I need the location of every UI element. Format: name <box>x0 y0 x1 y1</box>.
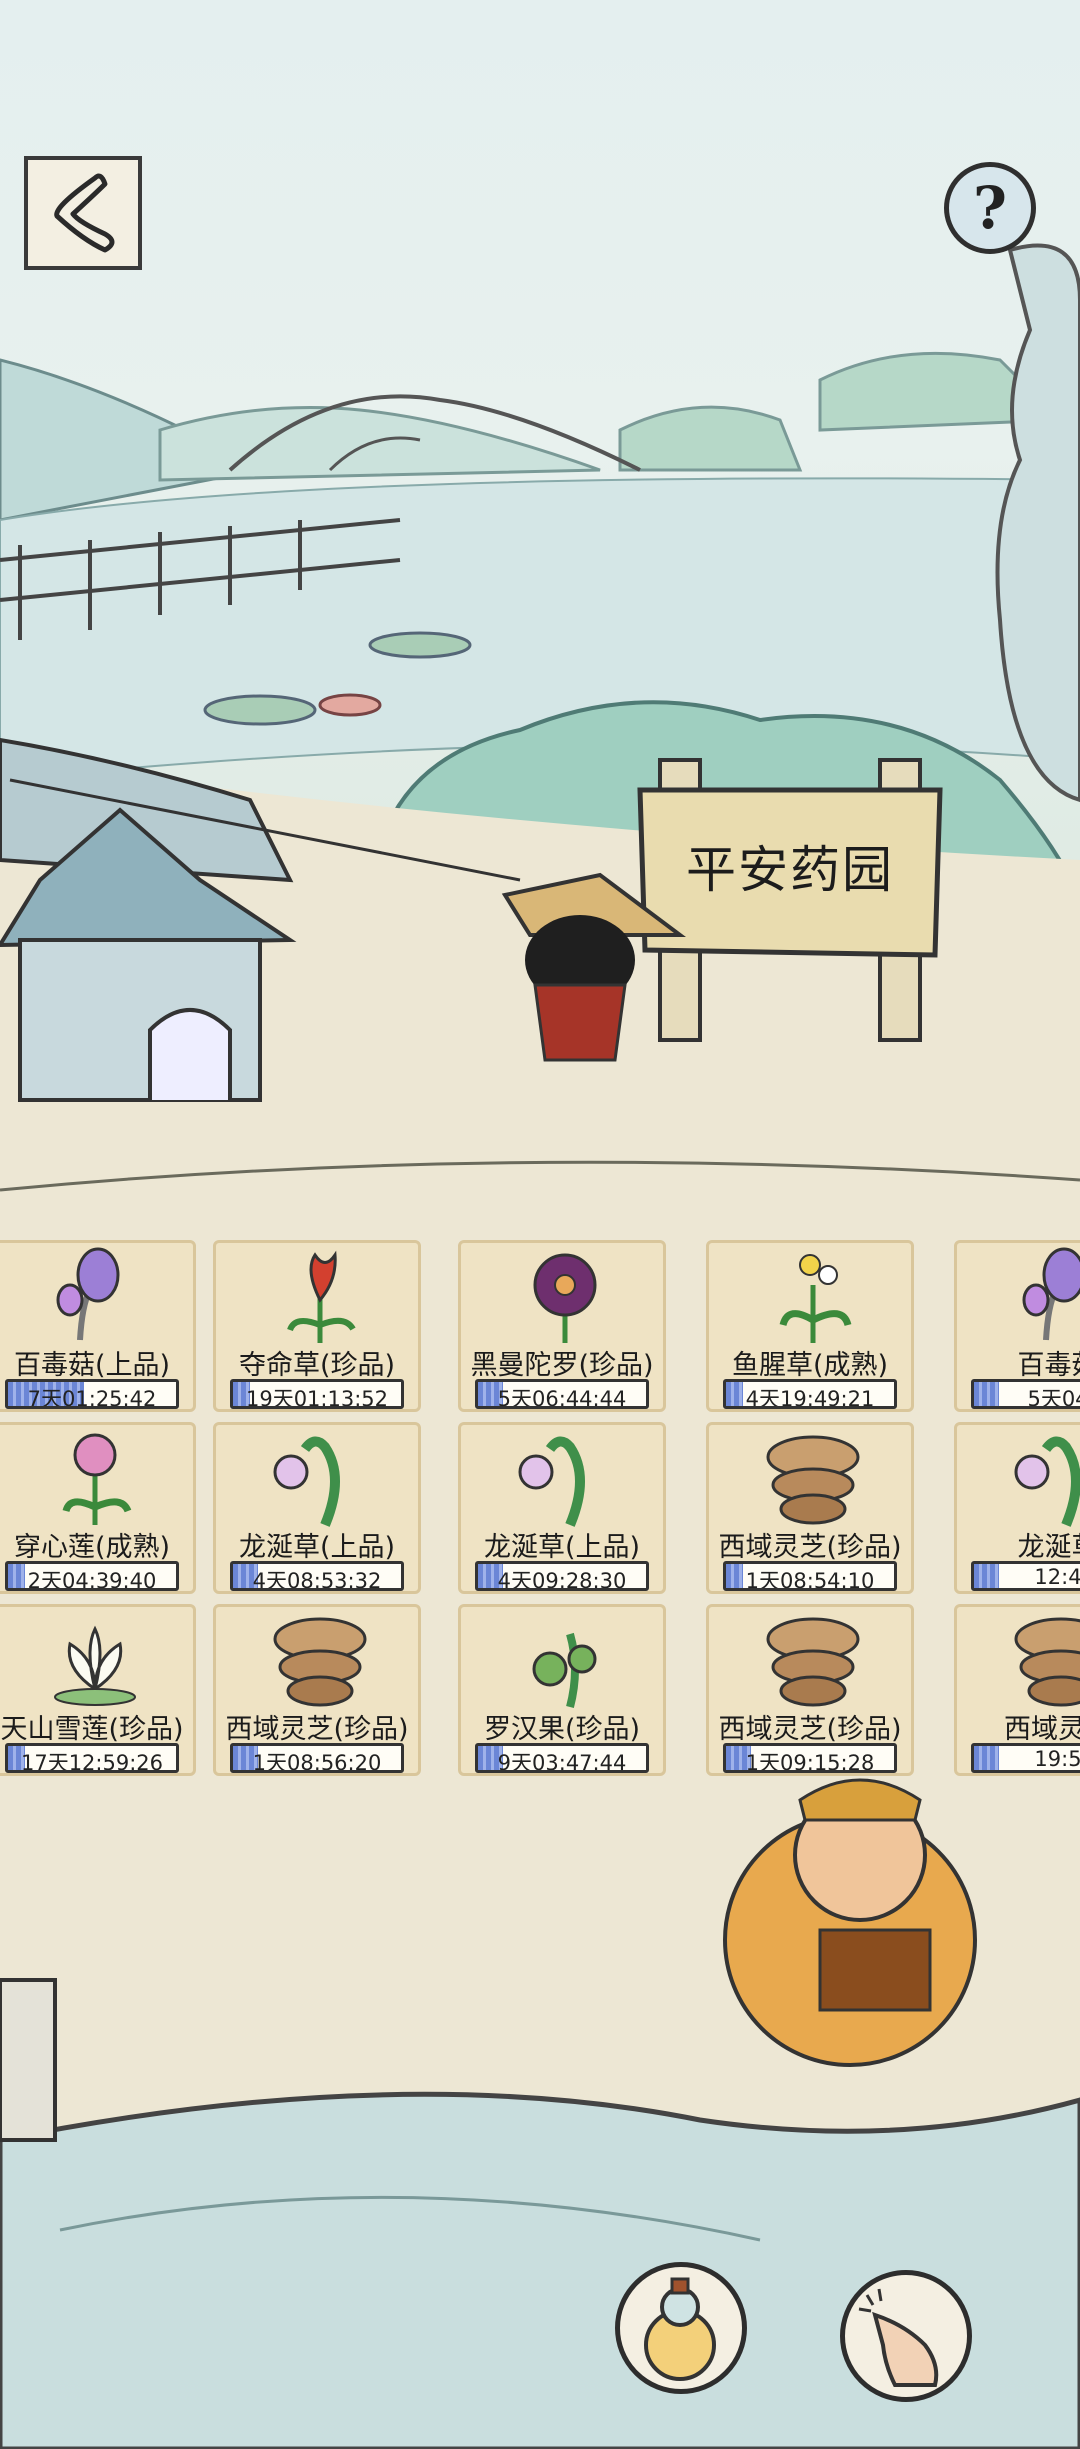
growth-timer: 19:5 <box>971 1743 1080 1773</box>
timer-text: 4天08:53:32 <box>252 1569 382 1591</box>
back-chevron-icon <box>54 173 115 253</box>
plot-name: 黑曼陀罗(珍品) <box>470 1350 654 1381</box>
lingzhi-plant-icon <box>273 1617 367 1707</box>
plot-name: 西域灵芝(珍品) <box>225 1714 409 1745</box>
growth-timer: 4天08:53:32 <box>230 1561 404 1591</box>
garden-sign: 平安药园 <box>686 841 894 899</box>
timer-text: 17天12:59:26 <box>20 1751 164 1773</box>
plot-name: 穿心莲(成熟) <box>13 1532 171 1563</box>
plot-cell[interactable]: 百毒菇 5天04 <box>954 1240 1080 1412</box>
darkflower-plant-icon <box>533 1253 597 1343</box>
lingzhi-plant-icon <box>766 1617 860 1707</box>
plot-name: 百毒菇 <box>1017 1350 1080 1381</box>
timer-text: 12:4 <box>1034 1565 1080 1589</box>
plot-cell[interactable]: 西域灵芝(珍品) 1天08:56:20 <box>213 1604 421 1776</box>
mushroom-plant-icon <box>1022 1247 1080 1341</box>
plot-cell[interactable]: 龙涎草(上品) 4天08:53:32 <box>213 1422 421 1594</box>
hand-pluck-icon <box>858 2288 939 2387</box>
lingzhi-plant-icon <box>766 1435 860 1525</box>
plot-cell[interactable]: 西域灵芝19:5 <box>954 1604 1080 1776</box>
growth-timer: 1天08:56:20 <box>230 1743 404 1773</box>
timer-text: 4天19:49:21 <box>745 1387 875 1409</box>
plot-cell[interactable]: 百毒菇(上品) 7天01:25:42 <box>0 1240 196 1412</box>
plot-grid: 百毒菇(上品) 7天01:25:42 夺命草(珍品) 19天01:13:52 黑曼陀罗(… <box>0 1240 1080 1785</box>
mushroom-plant-icon <box>56 1247 120 1341</box>
growth-timer: 4天09:28:30 <box>475 1561 649 1591</box>
plot-name: 夺命草(珍品) <box>238 1350 396 1381</box>
harvest-button[interactable] <box>840 2270 972 2402</box>
plot-name: 西域灵芝(珍品) <box>718 1532 902 1563</box>
back-button[interactable] <box>24 156 142 270</box>
plot-cell[interactable]: 西域灵芝(珍品) 1天09:15:28 <box>706 1604 914 1776</box>
plot-cell[interactable]: 夺命草(珍品) 19天01:13:52 <box>213 1240 421 1412</box>
timer-text: 7天01:25:42 <box>27 1387 157 1409</box>
plot-name: 鱼腥草(成熟) <box>731 1350 889 1381</box>
growth-timer: 17天12:59:26 <box>5 1743 179 1773</box>
plot-name: 天山雪莲(珍品) <box>0 1714 184 1745</box>
plot-name: 西域灵芝(珍品) <box>718 1714 902 1745</box>
timer-text: 1天09:15:28 <box>745 1751 875 1773</box>
lingzhi-plant-icon <box>1014 1617 1080 1707</box>
growth-timer: 19天01:13:52 <box>230 1379 404 1409</box>
dragon-plant-icon <box>273 1436 340 1527</box>
plot-name: 龙涎草(上品) <box>483 1532 641 1563</box>
plot-cell[interactable]: 龙涎草(上品) 4天09:28:30 <box>458 1422 666 1594</box>
timer-text: 4天09:28:30 <box>497 1569 627 1591</box>
timer-text: 19:5 <box>1034 1747 1080 1771</box>
growth-timer: 1天09:15:28 <box>723 1743 897 1773</box>
growth-timer: 12:4 <box>971 1561 1080 1591</box>
help-button[interactable]: ? <box>944 162 1036 254</box>
growth-timer: 7天01:25:42 <box>5 1379 179 1409</box>
potion-button[interactable] <box>615 2262 747 2394</box>
timer-text: 9天03:47:44 <box>497 1751 627 1773</box>
luohan-plant-icon <box>532 1632 597 1709</box>
growth-timer: 5天04 <box>971 1379 1080 1409</box>
plot-name: 西域灵芝 <box>1004 1714 1080 1745</box>
redflower-plant-icon <box>287 1250 356 1343</box>
growth-timer: 2天04:39:40 <box>5 1561 179 1591</box>
growth-timer: 1天08:54:10 <box>723 1561 897 1591</box>
timer-text: 5天04 <box>1027 1387 1080 1409</box>
plot-name: 百毒菇(上品) <box>13 1350 171 1381</box>
plot-cell[interactable]: 西域灵芝(珍品) 1天08:54:10 <box>706 1422 914 1594</box>
growth-timer: 4天19:49:21 <box>723 1379 897 1409</box>
plot-name: 龙涎草(上品) <box>238 1532 396 1563</box>
growth-timer: 5天06:44:44 <box>475 1379 649 1409</box>
pinkflower-plant-icon <box>62 1433 132 1525</box>
timer-text: 19天01:13:52 <box>245 1387 389 1409</box>
plot-name: 龙涎草 <box>1017 1532 1080 1563</box>
potion-gourd-icon <box>644 2277 716 2381</box>
timer-text: 5天06:44:44 <box>497 1387 627 1409</box>
growth-timer: 9天03:47:44 <box>475 1743 649 1773</box>
plot-cell[interactable]: 黑曼陀罗(珍品) 5天06:44:44 <box>458 1240 666 1412</box>
dragon-plant-icon <box>1014 1436 1080 1527</box>
plot-cell[interactable]: 龙涎草12:4 <box>954 1422 1080 1594</box>
timer-text: 2天04:39:40 <box>27 1569 157 1591</box>
plot-cell[interactable]: 鱼腥草(成熟) 4天19:49:21 <box>706 1240 914 1412</box>
lotus-plant-icon <box>54 1625 136 1706</box>
plot-cell[interactable]: 罗汉果(珍品) 9天03:47:44 <box>458 1604 666 1776</box>
timer-text: 1天08:54:10 <box>745 1569 875 1591</box>
timer-text: 1天08:56:20 <box>252 1751 382 1773</box>
dragon-plant-icon <box>518 1436 585 1527</box>
plot-name: 罗汉果(珍品) <box>483 1714 641 1745</box>
plot-cell[interactable]: 天山雪莲(珍品) 17天12:59:26 <box>0 1604 196 1776</box>
garden-background <box>0 243 1080 2449</box>
plot-cell[interactable]: 穿心莲(成熟) 2天04:39:40 <box>0 1422 196 1594</box>
daisy-plant-icon <box>779 1254 852 1343</box>
